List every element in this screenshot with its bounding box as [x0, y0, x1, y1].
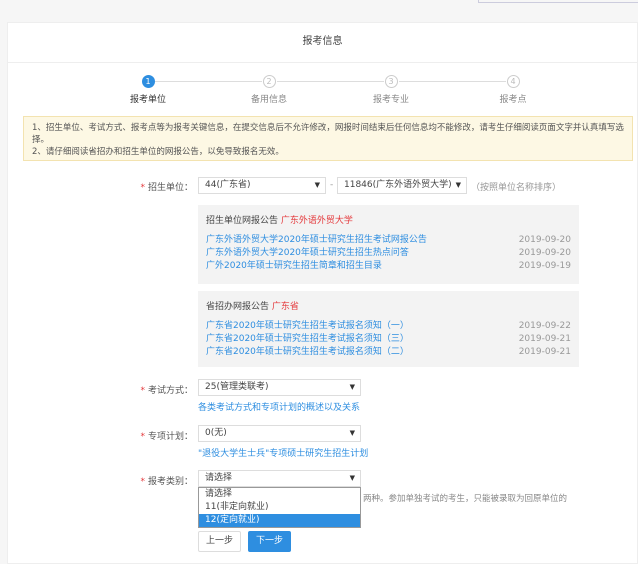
step-3: 3 报考专业 — [361, 75, 421, 105]
notice-heading: 省招办网报公告 — [206, 302, 270, 312]
list-item: 广东外语外贸大学2020年硕士研究生招生考试网报公告 2019-09-20 — [206, 234, 571, 247]
next-step-button[interactable]: 下一步 — [248, 531, 291, 552]
list-item: 广外2020年硕士研究生招生简章和招生目录 2019-09-19 — [206, 260, 571, 273]
dropdown-option-highlighted[interactable]: 12(定向就业) — [199, 514, 360, 527]
notice-link[interactable]: 广东外语外贸大学2020年硕士研究生招生热点问答 — [206, 247, 409, 260]
notice-link[interactable]: 广东省2020年硕士研究生招生考试报名须知（三） — [206, 333, 409, 346]
list-item: 广东外语外贸大学2020年硕士研究生招生热点问答 2019-09-20 — [206, 247, 571, 260]
notice-box: 1、招生单位、考试方式、报考点等为报考关键信息，在提交信息后不允许修改，网报时间… — [23, 116, 633, 161]
dropdown-arrow-icon: ▼ — [455, 181, 461, 189]
notice-link[interactable]: 广东省2020年硕士研究生招生考试报名须知（一） — [206, 320, 409, 333]
category-label: * 报考类别： — [140, 477, 193, 487]
list-item: 广东省2020年硕士研究生招生考试报名须知（一） 2019-09-22 — [206, 320, 571, 333]
special-plan-select[interactable]: 0(无) ▼ — [198, 425, 361, 442]
notice-link[interactable]: 广东外语外贸大学2020年硕士研究生招生考试网报公告 — [206, 234, 427, 247]
step-label: 报考点 — [499, 95, 527, 105]
exam-mode-link[interactable]: 各类考试方式和专项计划的概述以及关系 — [198, 400, 360, 413]
category-hint: 两种。参加单独考试的考生，只能被录取为回原单位的 — [363, 494, 568, 504]
prev-step-button[interactable]: 上一步 — [198, 531, 241, 552]
notice-date: 2019-09-21 — [518, 334, 571, 344]
dropdown-option[interactable]: 11(非定向就业) — [199, 501, 360, 514]
step-number: 1 — [141, 75, 155, 88]
step-label: 报考专业 — [372, 95, 409, 105]
step-number: 2 — [262, 75, 276, 88]
sort-hint: （按照单位名称排序） — [471, 183, 562, 193]
school-name: 广东外语外贸大学 — [280, 216, 353, 226]
province-select[interactable]: 44(广东省) ▼ — [198, 177, 326, 194]
special-plan-label: * 专项计划： — [140, 432, 193, 442]
notice-date: 2019-09-22 — [518, 321, 571, 331]
notice-line: 1、招生单位、考试方式、报考点等为报考关键信息，在提交信息后不允许修改，网报时间… — [32, 123, 624, 145]
school-notice-box: 招生单位网报公告 广东外语外贸大学 广东外语外贸大学2020年硕士研究生招生考试… — [198, 205, 579, 284]
list-item: 广东省2020年硕士研究生招生考试报名须知（三） 2019-09-21 — [206, 333, 571, 346]
special-plan-link[interactable]: "退役大学生士兵"专项硕士研究生招生计划 — [198, 446, 368, 459]
step-number: 4 — [506, 75, 520, 88]
notice-link[interactable]: 广东省2020年硕士研究生招生考试报名须知（二） — [206, 346, 409, 359]
step-4: 4 报考点 — [483, 75, 543, 105]
step-label: 备用信息 — [250, 95, 287, 105]
category-select[interactable]: 请选择 ▼ — [198, 470, 361, 487]
dash: - — [330, 180, 334, 190]
exam-mode-label: * 考试方式： — [140, 386, 193, 396]
notice-link[interactable]: 广外2020年硕士研究生招生简章和招生目录 — [206, 260, 382, 273]
step-number: 3 — [384, 75, 398, 88]
notice-date: 2019-09-21 — [518, 347, 571, 357]
exam-mode-select[interactable]: 25(管理类联考) ▼ — [198, 379, 361, 396]
category-dropdown-list[interactable]: 请选择 11(非定向就业) 12(定向就业) — [198, 487, 361, 528]
notice-date: 2019-09-20 — [518, 248, 571, 258]
notice-date: 2019-09-20 — [518, 235, 571, 245]
notice-heading: 招生单位网报公告 — [206, 216, 279, 226]
registration-card: 报考信息 1 报考单位 2 备用信息 3 报考专业 4 报考点 1、招生单位、考试方式、… — [7, 22, 638, 564]
step-label: 报考单位 — [129, 95, 166, 105]
dropdown-arrow-icon: ▼ — [314, 181, 320, 189]
dropdown-arrow-icon: ▼ — [349, 474, 355, 482]
province-name: 广东省 — [271, 302, 299, 312]
province-notice-box: 省招办网报公告 广东省 广东省2020年硕士研究生招生考试报名须知（一） 2019… — [198, 291, 579, 367]
step-2: 2 备用信息 — [239, 75, 299, 105]
top-tab-strip — [478, 0, 638, 3]
dropdown-arrow-icon: ▼ — [349, 429, 355, 437]
unit-label: * 招生单位： — [140, 183, 193, 193]
notice-line: 2、请仔细阅读省招办和招生单位的网报公告，以免导致报名无效。 — [32, 147, 284, 157]
page-title: 报考信息 — [8, 23, 637, 63]
list-item: 广东省2020年硕士研究生招生考试报名须知（二） 2019-09-21 — [206, 346, 571, 359]
school-select[interactable]: 11846(广东外语外贸大学) ▼ — [337, 177, 467, 194]
dropdown-option[interactable]: 请选择 — [199, 488, 360, 501]
notice-date: 2019-09-19 — [518, 261, 571, 271]
dropdown-arrow-icon: ▼ — [349, 383, 355, 391]
step-1: 1 报考单位 — [118, 75, 178, 105]
